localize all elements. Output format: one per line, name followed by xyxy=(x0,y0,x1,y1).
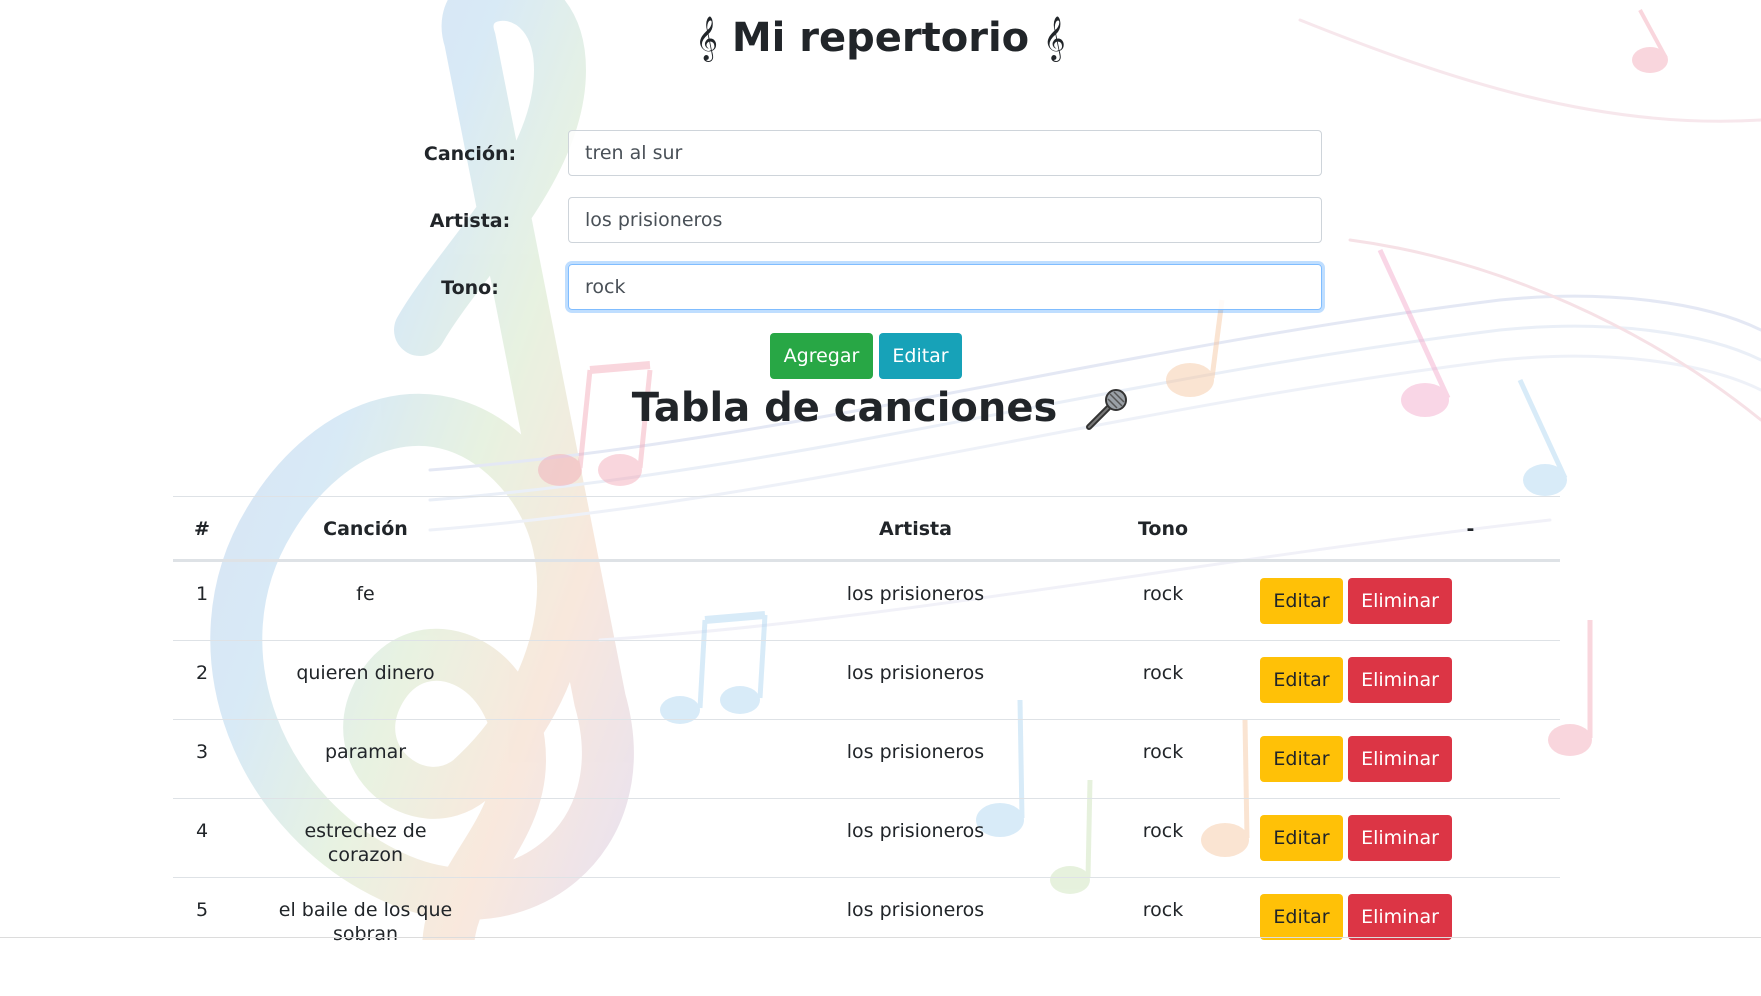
column-header-num: # xyxy=(194,518,210,540)
table-row: 2 quieren dinero los prisioneros rock Ed… xyxy=(173,640,1560,719)
page-title-text: Mi repertorio xyxy=(731,15,1030,61)
add-button[interactable]: Agregar xyxy=(770,333,873,379)
tone-label: Tono: xyxy=(441,277,499,299)
row-delete-button[interactable]: Eliminar xyxy=(1348,894,1452,940)
row-num: 2 xyxy=(195,662,209,684)
table-title-text: Tabla de canciones xyxy=(631,385,1058,431)
row-artist: los prisioneros xyxy=(846,741,985,763)
row-song: el baile de los que sobran xyxy=(278,899,453,945)
row-artist: los prisioneros xyxy=(846,583,985,605)
table-row: 3 paramar los prisioneros rock Editar El… xyxy=(173,719,1560,798)
row-delete-button[interactable]: Eliminar xyxy=(1348,578,1452,624)
row-tone: rock xyxy=(1142,662,1184,684)
row-artist: los prisioneros xyxy=(846,899,985,921)
row-tone: rock xyxy=(1142,820,1184,842)
microphone-icon xyxy=(1086,389,1128,430)
page-title: 𝄞 Mi repertorio 𝄞 xyxy=(0,10,1761,66)
row-edit-button[interactable]: Editar xyxy=(1260,657,1343,703)
table-row: 4 estrechez de corazon los prisioneros r… xyxy=(173,798,1560,877)
row-delete-button[interactable]: Eliminar xyxy=(1348,657,1452,703)
row-song: paramar xyxy=(324,741,407,763)
row-song: estrechez de corazon xyxy=(304,820,427,866)
edit-form-button[interactable]: Editar xyxy=(879,333,962,379)
row-song: quieren dinero xyxy=(296,662,435,684)
row-tone: rock xyxy=(1142,583,1184,605)
app-content: 𝄞 Mi repertorio 𝄞 Canción: tren al sur A… xyxy=(0,0,1761,945)
song-form-row: Canción: tren al sur xyxy=(0,130,1761,178)
treble-clef-icon: 𝄞 xyxy=(695,16,718,60)
song-label: Canción: xyxy=(423,143,517,165)
row-edit-button[interactable]: Editar xyxy=(1260,736,1343,782)
songs-table: # Canción Artista Tono - 1 fe los prisio… xyxy=(173,496,1560,956)
table-row: 1 fe los prisioneros rock Editar Elimina… xyxy=(173,561,1560,640)
tone-form-row: Tono: rock xyxy=(0,264,1761,312)
treble-clef-icon: 𝄞 xyxy=(1043,16,1066,60)
row-num: 4 xyxy=(195,820,209,842)
row-artist: los prisioneros xyxy=(846,820,985,842)
row-num: 3 xyxy=(195,741,209,763)
row-song: fe xyxy=(356,583,375,605)
row-tone: rock xyxy=(1142,741,1184,763)
table-header-row: # Canción Artista Tono - xyxy=(173,496,1560,561)
artist-form-row: Artista: los prisioneros xyxy=(0,197,1761,245)
song-input[interactable]: tren al sur xyxy=(568,130,1322,176)
row-tone: rock xyxy=(1142,899,1184,921)
table-row: 5 el baile de los que sobran los prision… xyxy=(173,877,1560,956)
tone-input[interactable]: rock xyxy=(568,264,1322,310)
viewport-edge xyxy=(0,937,1761,938)
row-edit-button[interactable]: Editar xyxy=(1260,578,1343,624)
row-artist: los prisioneros xyxy=(846,662,985,684)
column-header-tone: Tono xyxy=(1137,518,1189,540)
row-edit-button[interactable]: Editar xyxy=(1260,815,1343,861)
row-delete-button[interactable]: Eliminar xyxy=(1348,815,1452,861)
column-header-song: Canción xyxy=(323,518,408,540)
artist-input[interactable]: los prisioneros xyxy=(568,197,1322,243)
row-edit-button[interactable]: Editar xyxy=(1260,894,1343,940)
table-title: Tabla de canciones xyxy=(0,380,1761,436)
artist-label: Artista: xyxy=(429,210,511,232)
row-num: 1 xyxy=(195,583,209,605)
row-num: 5 xyxy=(195,899,209,921)
column-header-artist: Artista xyxy=(879,518,952,540)
column-header-actions: - xyxy=(1466,518,1475,540)
row-delete-button[interactable]: Eliminar xyxy=(1348,736,1452,782)
